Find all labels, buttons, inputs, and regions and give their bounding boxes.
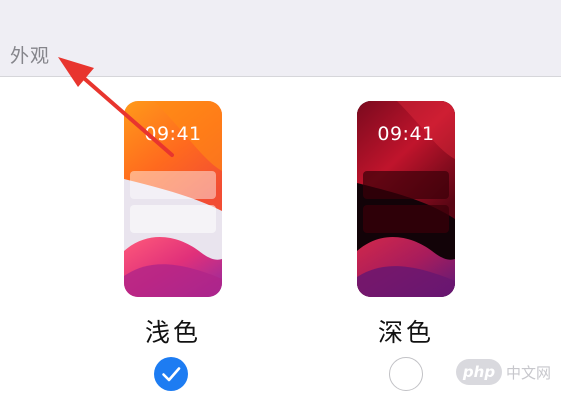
watermark-site-text: 中文网 (506, 363, 552, 382)
light-mode-label[interactable]: 浅色 (113, 313, 233, 349)
dark-mode-preview[interactable]: 09:41 (357, 101, 455, 297)
dark-preview-time: 09:41 (377, 123, 435, 145)
php-logo: php (456, 359, 502, 385)
dark-mode-radio[interactable] (389, 357, 423, 391)
light-preview-time: 09:41 (144, 123, 202, 145)
dark-mode-label[interactable]: 深色 (346, 313, 466, 349)
light-mode-radio[interactable] (154, 357, 188, 391)
light-mode-preview[interactable]: 09:41 (124, 101, 222, 297)
checkmark-icon (162, 367, 181, 382)
appearance-section-header: 外观 (0, 0, 561, 77)
watermark: php 中文网 (456, 357, 551, 387)
section-title: 外观 (10, 45, 51, 67)
